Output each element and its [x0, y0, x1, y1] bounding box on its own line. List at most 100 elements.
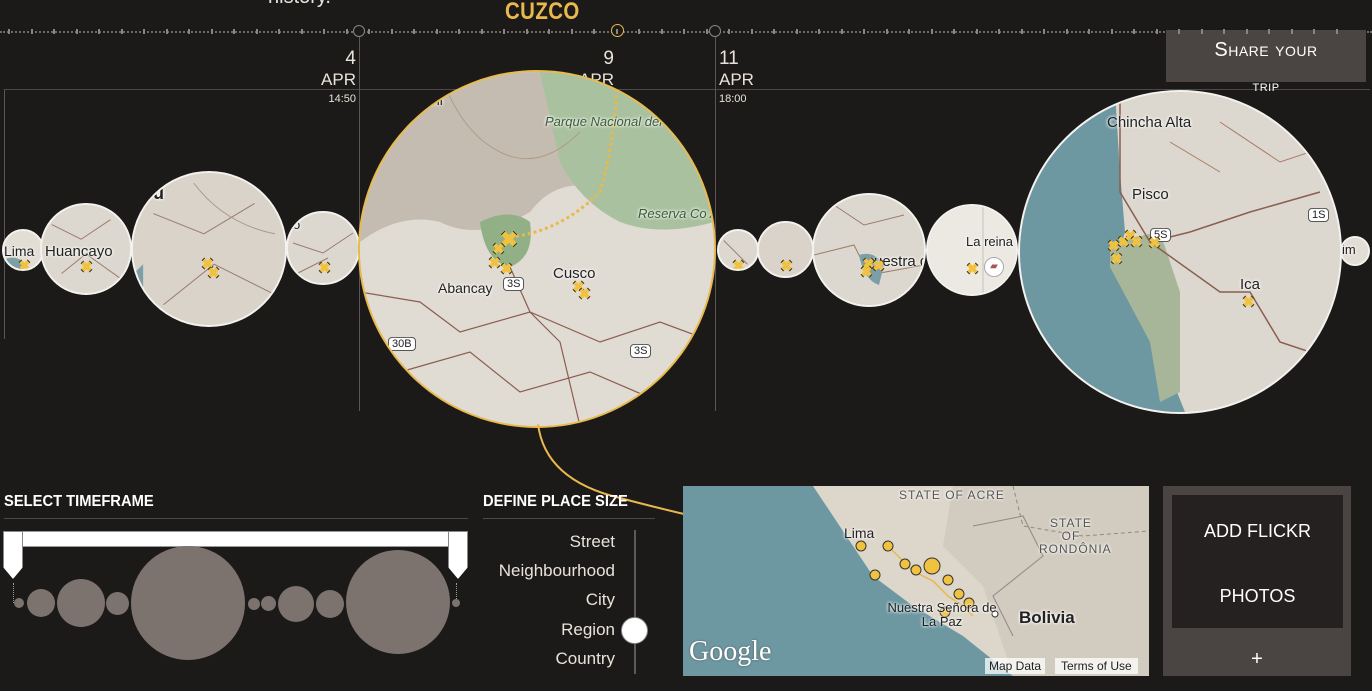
timeline-tick [1178, 29, 1180, 34]
timeline-tick [1088, 29, 1090, 34]
map-data-link[interactable]: Map Data [985, 658, 1046, 674]
timeline-tick [773, 29, 775, 34]
timeline-tick [53, 29, 55, 34]
timeline-tick [98, 29, 100, 34]
share-trip-button[interactable]: Share your trip [1166, 30, 1366, 95]
timeframe-place-dot [131, 546, 245, 660]
place-size-slider-knob[interactable] [621, 617, 648, 644]
intro-text: history. [268, 0, 331, 9]
timeline-tick [255, 29, 258, 34]
timeline-tick [615, 29, 618, 34]
timeline-tick [975, 29, 978, 34]
timeline-tick [368, 29, 370, 34]
timeline-tick [300, 29, 303, 34]
timeline-tick [863, 29, 865, 34]
timeline-tick [638, 29, 640, 34]
timeline-tick [30, 29, 33, 34]
timeline-tick [953, 29, 955, 34]
timeline-marker-line [715, 31, 716, 411]
terms-of-use-link[interactable]: Terms of Use [1055, 658, 1138, 674]
timeline-tick [323, 29, 325, 34]
timeline-knob[interactable] [709, 25, 721, 37]
timeline-tick [458, 29, 460, 34]
timeline-tick [1020, 29, 1023, 34]
timeline-tick [818, 29, 820, 34]
timeline-tick [210, 29, 213, 34]
timeline-tick [998, 29, 1000, 34]
place-circle-huancayo[interactable]: Huancayo [40, 203, 132, 295]
timeline-tick [1110, 29, 1113, 34]
place-size-option-region[interactable]: Region [561, 620, 615, 640]
place-circle-la-reina[interactable]: La reina ▰ [926, 204, 1018, 296]
timeline-tick [1245, 29, 1248, 34]
place-circle-pisco[interactable]: Chincha Alta Pisco Ica 1S 5S [1018, 90, 1342, 414]
timeframe-divider [4, 518, 468, 519]
place-circle-nuestra[interactable]: uestra de L [812, 193, 926, 307]
timeline-tick [233, 29, 235, 34]
timeframe-place-dot [346, 550, 450, 654]
timeline-tick [75, 29, 78, 34]
place-title: CUZCO [505, 0, 580, 25]
place-size-option-neighbourhood[interactable]: Neighbourhood [499, 561, 615, 581]
place-circle-small[interactable] [757, 221, 814, 278]
google-logo: Google [689, 636, 772, 667]
place-circle-region[interactable]: u [131, 171, 287, 327]
timeline-tick [728, 29, 730, 34]
timeline-tick [278, 29, 280, 34]
timeframe-end-handle[interactable] [448, 531, 468, 579]
timeframe-place-dot [14, 598, 24, 608]
timeframe-place-dot [57, 579, 105, 627]
place-size-slider-track[interactable] [634, 530, 636, 674]
flickr-label-1: ADD FLICKR [1203, 521, 1311, 541]
timeline-tick [908, 29, 910, 34]
timeline-tick [1290, 29, 1293, 34]
date-label: 4 APR 14:50 [321, 48, 356, 105]
timeframe-place-dot [278, 586, 314, 622]
timeline-tick [548, 29, 550, 34]
timeline-tick [480, 29, 483, 34]
timeframe-range-bar[interactable] [22, 531, 450, 547]
place-size-option-city[interactable]: City [586, 590, 615, 610]
timeline-tick [570, 29, 573, 34]
timeline-tick [795, 29, 798, 34]
timeline-tick [503, 29, 505, 34]
place-circle-lima[interactable]: Lima [2, 229, 44, 271]
place-circle-small[interactable] [717, 229, 759, 271]
timeline-tick [660, 29, 663, 34]
timeline-tick [165, 29, 168, 34]
place-circle-lima-end[interactable]: im [1340, 236, 1370, 266]
timeline-tick [525, 29, 528, 34]
timeline-tick [1268, 29, 1270, 34]
timeframe-heading: SELECT TIMEFRAME [4, 493, 154, 510]
add-icon[interactable]: + [1163, 648, 1351, 671]
timeline-tick [1335, 29, 1338, 34]
timeframe-place-dot [261, 596, 276, 611]
add-flickr-photos-button[interactable]: ADD FLICKR PHOTOS [1172, 495, 1343, 628]
timeline-tick [885, 29, 888, 34]
timeframe-place-dot [27, 589, 55, 617]
timeline-knob-active[interactable] [611, 24, 624, 37]
timeline-tick [1200, 29, 1203, 34]
timeline-edge-line [4, 89, 5, 339]
timeline-tick [435, 29, 438, 34]
timeline-tick [1223, 29, 1225, 34]
place-size-heading: DEFINE PLACE SIZE [483, 493, 628, 510]
flickr-label-2: PHOTOS [1219, 586, 1296, 606]
timeline-tick [1043, 29, 1045, 34]
timeline-knob[interactable] [353, 25, 365, 37]
timeframe-start-handle[interactable] [3, 531, 23, 579]
place-size-divider [483, 518, 655, 519]
timeline-tick [188, 29, 190, 34]
timeline-tick [390, 29, 393, 34]
place-circle-cusco[interactable]: shi Parque Nacional del Manu Reserva Co … [358, 70, 716, 428]
timeframe-place-dot [248, 598, 260, 610]
place-size-option-street[interactable]: Street [570, 532, 615, 552]
overview-map[interactable]: STATE OF ACRE STATE OF RONDÔNIA Lima Nue… [683, 486, 1149, 676]
place-size-options: Street Neighbourhood City Region Country [476, 530, 615, 680]
timeline-tick [1133, 29, 1135, 34]
timeline-tick [1065, 29, 1068, 34]
share-label: Share your [1214, 39, 1318, 61]
place-circle-small[interactable]: o [286, 211, 360, 285]
place-size-option-country[interactable]: Country [555, 649, 615, 669]
timeline-tick [593, 29, 595, 34]
